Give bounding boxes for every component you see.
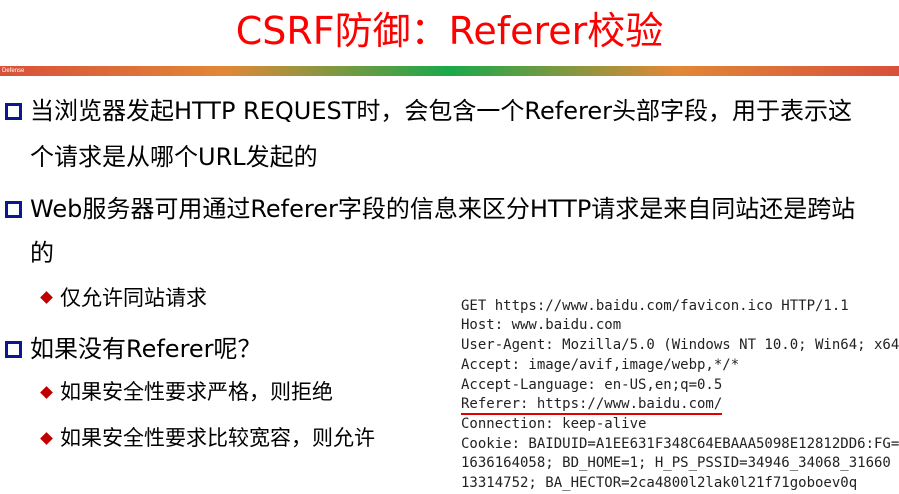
cookie-header: Cookie: BAIDUID=A1EE631F348C64EBAAA5098E…: [461, 435, 899, 452]
bullet-2-line-1: Web服务器可用通过Referer字段的信息来区分HTTP请求是来自同站还是跨站: [30, 195, 856, 223]
sub-bullet-strict-reject: 如果安全性要求严格，则拒绝: [60, 380, 333, 404]
bullet-1-line-2: 个请求是从哪个URL发起的: [30, 143, 318, 171]
slide-title: CSRF防御：Referer校验: [235, 9, 664, 53]
cookie-header-continued: 13314752; BA_HECTOR=2ca4800l2lak0l21f71g…: [461, 475, 858, 492]
divider-label: Defense: [2, 68, 25, 74]
bullet-square-icon: [5, 201, 22, 218]
title-divider-bar: [0, 66, 899, 76]
sub-bullet-same-site: 仅允许同站请求: [60, 286, 207, 310]
request-line: GET https://www.baidu.com/favicon.ico HT…: [461, 297, 849, 314]
diamond-bullet-icon: [40, 432, 53, 445]
bullet-1-line-1: 当浏览器发起HTTP REQUEST时，会包含一个Referer头部字段，用于表…: [30, 97, 852, 125]
accept-language-header: Accept-Language: en-US,en;q=0.5: [461, 376, 723, 393]
bullet-square-icon: [5, 103, 22, 120]
connection-header: Connection: keep-alive: [461, 415, 647, 432]
bullet-2-line-2: 的: [30, 239, 54, 267]
bullet-3-line-1: 如果没有Referer呢？: [30, 335, 262, 363]
referer-header: Referer: https://www.baidu.com/: [461, 396, 723, 416]
user-agent-header: User-Agent: Mozilla/5.0 (Windows NT 10.0…: [461, 337, 899, 354]
bullet-square-icon: [5, 341, 22, 358]
sub-bullet-lenient-allow: 如果安全性要求比较宽容，则允许: [60, 426, 375, 450]
diamond-bullet-icon: [40, 291, 53, 304]
host-header: Host: www.baidu.com: [461, 317, 622, 334]
cookie-header-continued: 1636164058; BD_HOME=1; H_PS_PSSID=34946_…: [461, 455, 891, 472]
diamond-bullet-icon: [40, 386, 53, 399]
accept-header: Accept: image/avif,image/webp,*/*: [461, 356, 740, 373]
http-request-sample: GET https://www.baidu.com/favicon.ico HT…: [461, 277, 899, 494]
